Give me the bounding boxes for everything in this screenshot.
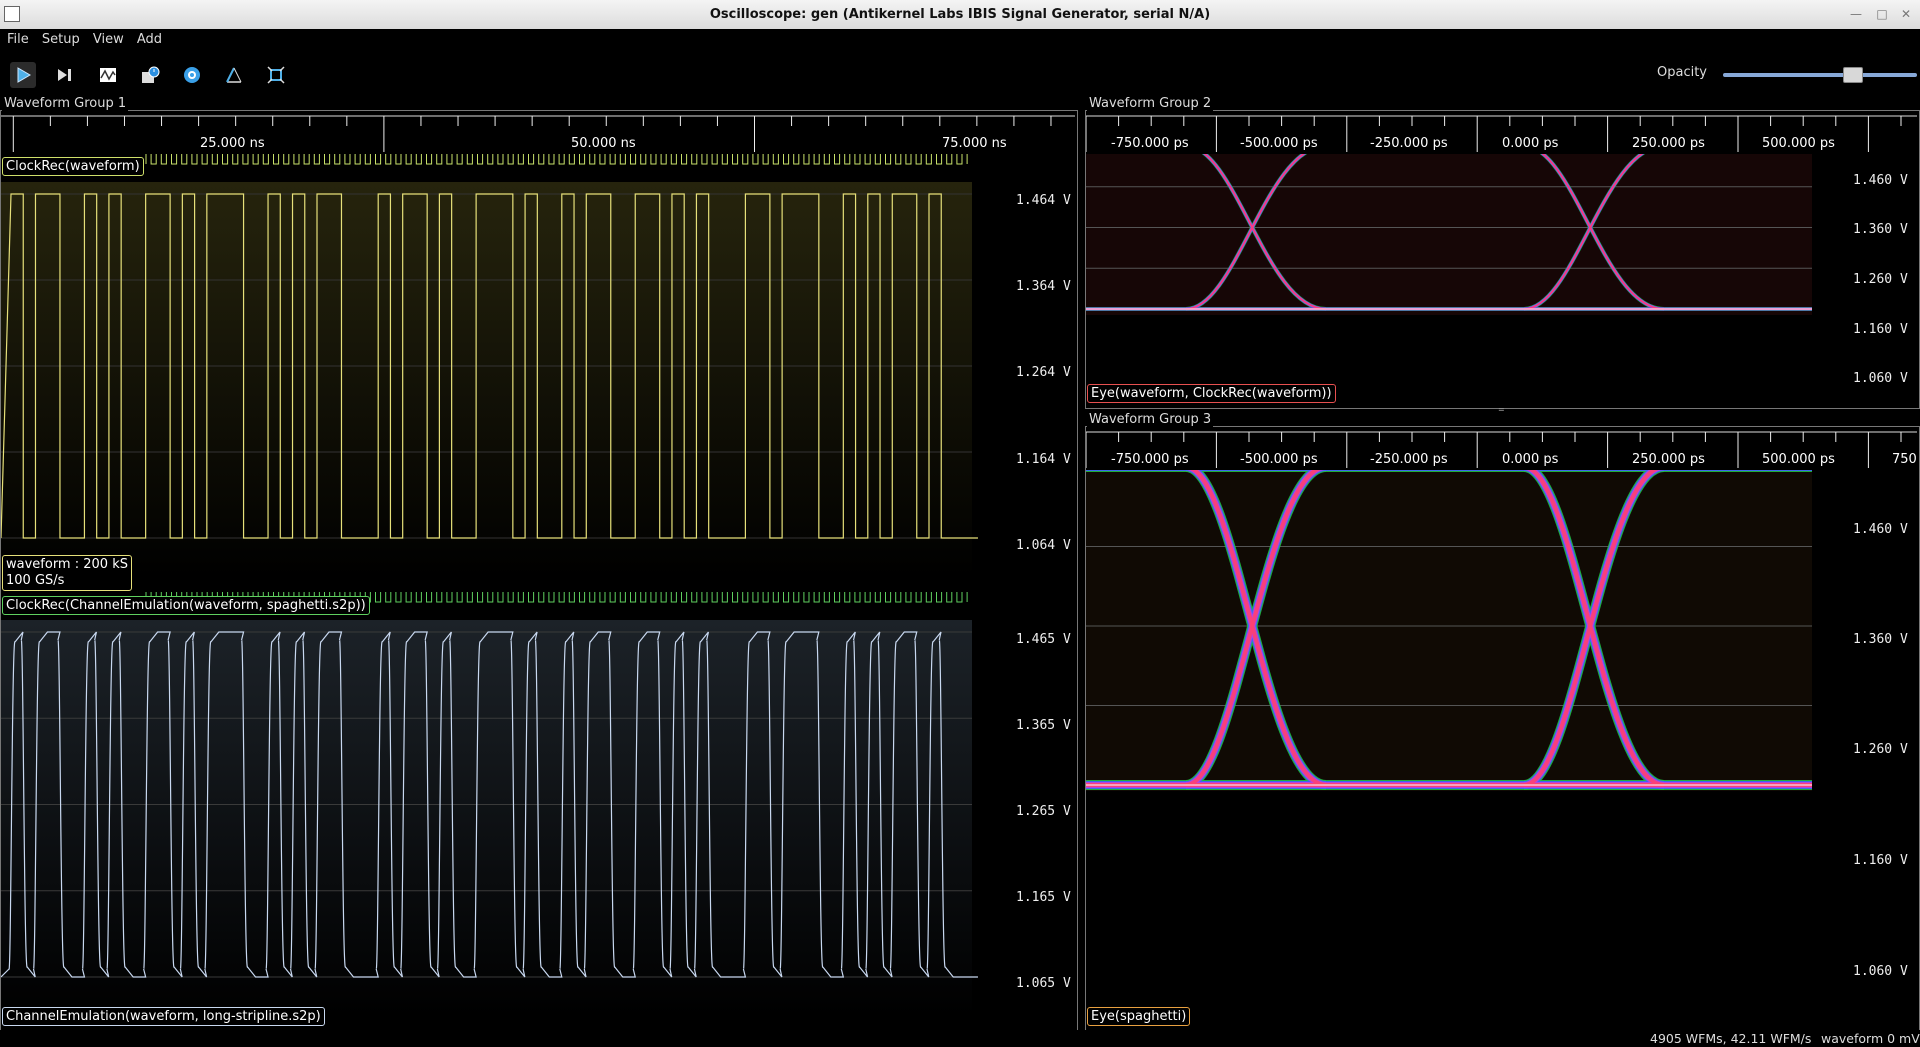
waveform-icon (100, 68, 116, 82)
opacity-label: Opacity (1657, 65, 1708, 80)
window-titlebar: Oscilloscope: gen (Antikernel Labs IBIS … (0, 0, 1920, 30)
timeline-ruler-2[interactable]: -750.000 ps -500.000 ps -250.000 ps 0.00… (1085, 112, 1917, 154)
settings-icon (184, 67, 200, 83)
time-tick-label: 0.000 ps (1502, 136, 1559, 151)
volt-axis-label: 1.160 V (1853, 853, 1908, 868)
time-tick-label: 250.000 ps (1632, 452, 1705, 467)
volt-axis-label: 1.360 V (1853, 222, 1908, 237)
volt-axis-label: 1.360 V (1853, 632, 1908, 647)
waveform-plot-bottom[interactable] (0, 583, 1075, 1029)
time-tick-label: 0.000 ps (1502, 452, 1559, 467)
volt-axis-label: 1.365 V (1016, 718, 1071, 733)
volt-axis-label: 1.364 V (1016, 279, 1071, 294)
waveform-group-3-title: Waveform Group 3 (1087, 412, 1214, 427)
time-tick-label: 500.000 ps (1762, 452, 1835, 467)
recovered-clock-trace (145, 145, 968, 165)
volt-axis-label: 1.460 V (1853, 173, 1908, 188)
play-button[interactable] (10, 62, 36, 88)
window-title: Oscilloscope: gen (Antikernel Labs IBIS … (709, 7, 1211, 22)
wfm-rate-status: 4905 WFMs, 42.11 WFM/s (1650, 1031, 1812, 1046)
volt-axis-label: 1.064 V (1016, 538, 1071, 553)
volt-axis-label: 1.260 V (1853, 272, 1908, 287)
volt-axis-label: 1.160 V (1853, 322, 1908, 337)
waveform-group-1-title: Waveform Group 1 (2, 96, 129, 111)
time-tick-label: 250.000 ps (1632, 136, 1705, 151)
volt-axis-label: 1.060 V (1853, 371, 1908, 386)
volt-axis-label: 1.460 V (1853, 522, 1908, 537)
waveform-sample-count: waveform : 200 kS (6, 557, 128, 572)
volt-axis-label: 1.164 V (1016, 452, 1071, 467)
eye-background (1086, 461, 1812, 791)
minimize-icon[interactable]: — (1848, 6, 1864, 22)
opacity-slider-thumb[interactable] (1843, 67, 1863, 83)
measure-button[interactable] (221, 62, 247, 88)
zoom-fit-button[interactable] (263, 62, 289, 88)
cursor-status: waveform 0 mV (1821, 1031, 1920, 1046)
volt-axis-label: 1.165 V (1016, 890, 1071, 905)
history-icon (142, 66, 160, 83)
time-tick-label: -500.000 ps (1240, 452, 1318, 467)
time-tick-label: -750.000 ps (1111, 452, 1189, 467)
status-bar: 4905 WFMs, 42.11 WFM/s waveform 0 mV (0, 1030, 1920, 1047)
maximize-icon[interactable]: □ (1874, 6, 1890, 22)
plot-background (1, 182, 972, 578)
volt-axis-label: 1.464 V (1016, 193, 1071, 208)
toolbar: Opacity (0, 51, 1920, 96)
volt-axis-label: 1.060 V (1853, 964, 1908, 979)
time-tick-label: 75.000 ns (942, 136, 1007, 151)
waveform-info-label[interactable]: waveform : 200 kS 100 GS/s (2, 555, 132, 591)
clockrec-waveform-label[interactable]: ClockRec(waveform) (2, 157, 144, 176)
volt-axis-label: 1.265 V (1016, 804, 1071, 819)
settings-button[interactable] (179, 62, 205, 88)
menu-view[interactable]: View (86, 29, 124, 47)
eye-diagram-plot-1[interactable] (1086, 140, 1917, 406)
single-trigger-button[interactable] (52, 62, 78, 88)
channelemulation-label[interactable]: ChannelEmulation(waveform, long-striplin… (2, 1007, 325, 1026)
waveform-plot-top[interactable] (0, 145, 1075, 590)
horizontal-splitter-handle[interactable]: = (1498, 406, 1505, 414)
measure-icon (226, 67, 242, 83)
zoom-fit-icon (267, 66, 285, 84)
time-tick-label: -250.000 ps (1370, 136, 1448, 151)
waveform-button[interactable] (95, 62, 121, 88)
eye-background (1086, 140, 1812, 315)
play-icon (17, 67, 31, 83)
timeline-ruler-1[interactable]: 25.000 ns 50.000 ns 75.000 ns (1, 112, 1075, 154)
menu-add[interactable]: Add (130, 29, 162, 47)
history-button[interactable] (137, 62, 163, 88)
eye-diagram-plot-2[interactable] (1086, 461, 1917, 1028)
clockrec-channelemulation-label[interactable]: ClockRec(ChannelEmulation(waveform, spag… (2, 596, 370, 615)
menu-file[interactable]: File (0, 29, 29, 47)
eye-spaghetti-label[interactable]: Eye(spaghetti) (1087, 1007, 1191, 1026)
time-tick-label: -500.000 ps (1240, 136, 1318, 151)
close-icon[interactable]: ✕ (1898, 6, 1914, 22)
vertical-splitter[interactable] (1078, 110, 1084, 1030)
menu-bar: File Setup View Add (0, 29, 1920, 51)
eye-waveform-label[interactable]: Eye(waveform, ClockRec(waveform)) (1087, 384, 1336, 403)
waveform-group-2-title: Waveform Group 2 (1087, 96, 1214, 111)
opacity-slider-track[interactable] (1723, 73, 1917, 77)
time-tick-label: 50.000 ns (571, 136, 636, 151)
volt-axis-label: 1.065 V (1016, 976, 1071, 991)
time-tick-label: -250.000 ps (1370, 452, 1448, 467)
time-tick-label: 750 (1892, 452, 1917, 467)
step-icon (58, 69, 71, 81)
volt-axis-label: 1.264 V (1016, 365, 1071, 380)
timeline-ruler-3[interactable]: -750.000 ps -500.000 ps -250.000 ps 0.00… (1085, 428, 1917, 470)
volt-axis-label: 1.465 V (1016, 632, 1071, 647)
time-tick-label: -750.000 ps (1111, 136, 1189, 151)
menu-setup[interactable]: Setup (35, 29, 80, 47)
time-tick-label: 500.000 ps (1762, 136, 1835, 151)
time-tick-label: 25.000 ns (200, 136, 265, 151)
volt-axis-label: 1.260 V (1853, 742, 1908, 757)
waveform-sample-rate: 100 GS/s (6, 573, 65, 588)
